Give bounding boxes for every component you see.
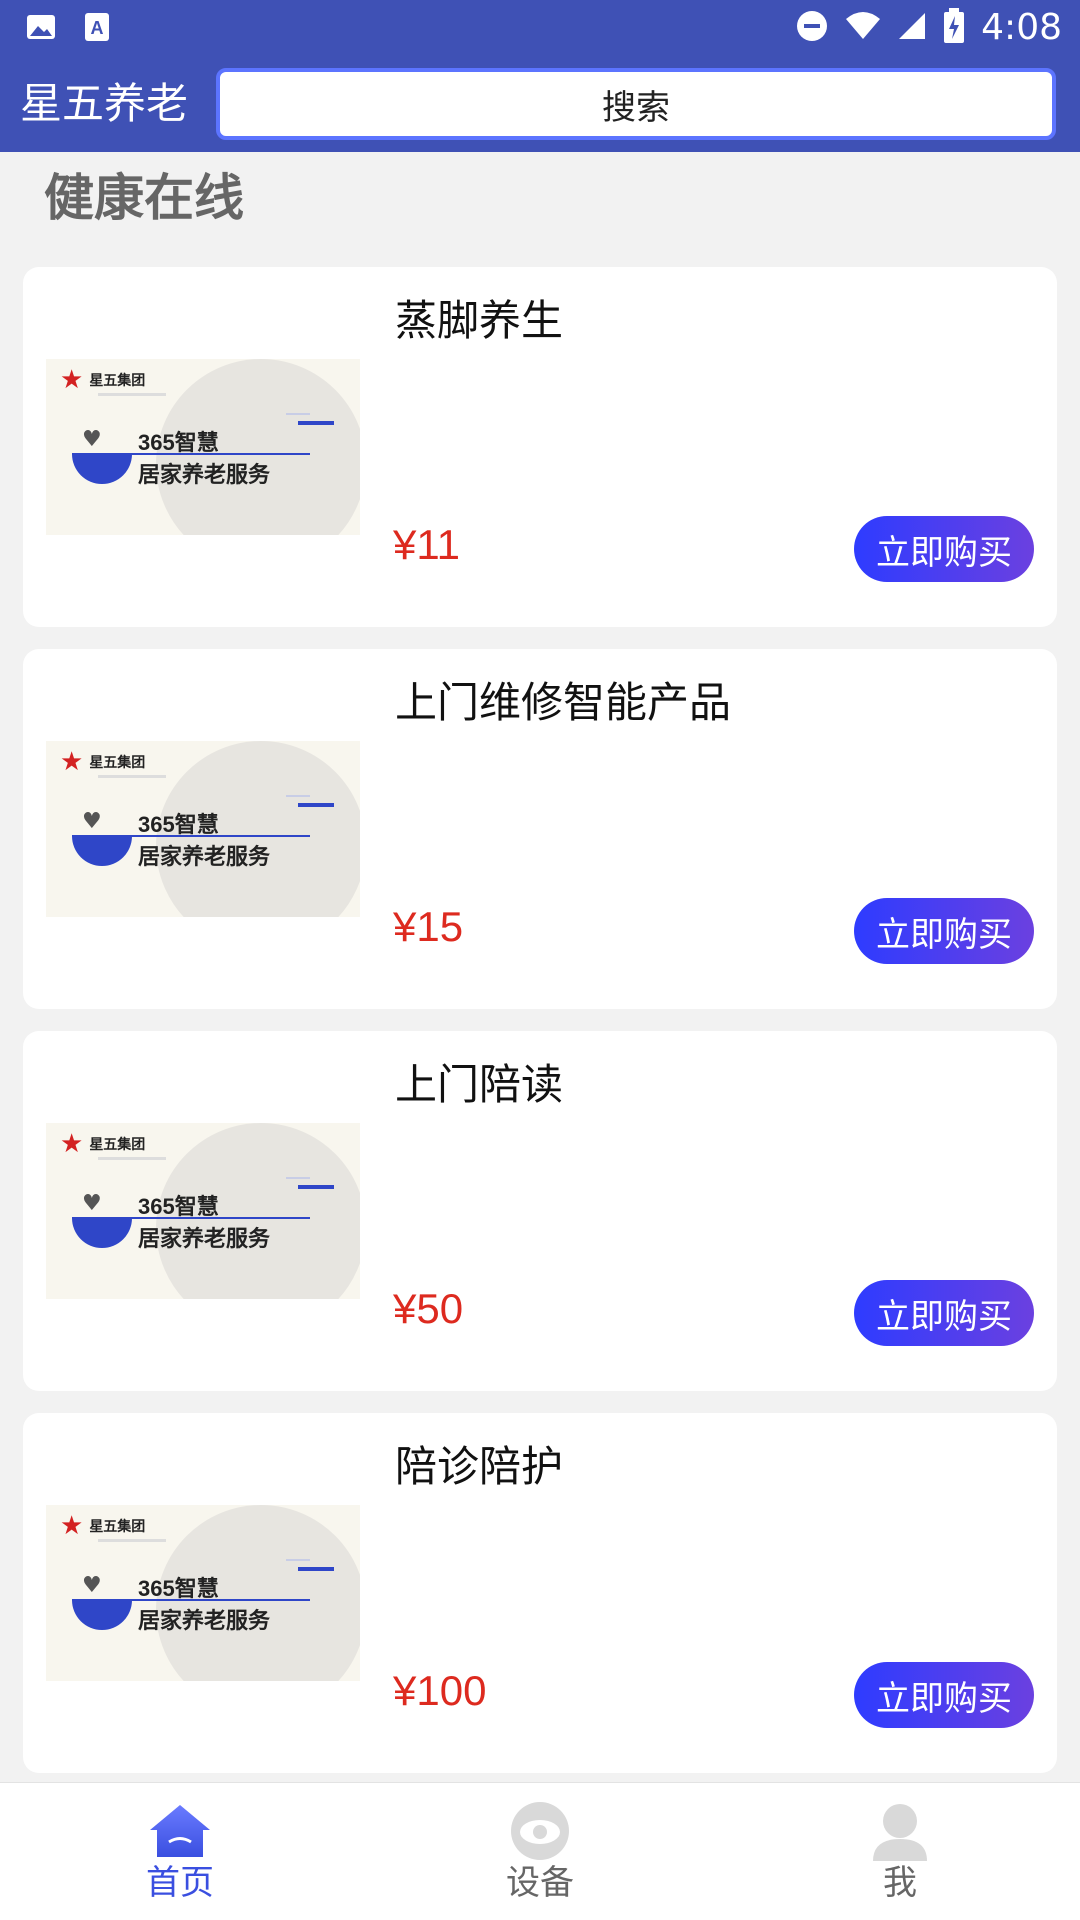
hands-icon: ♥ xyxy=(82,809,102,834)
image-line2: 居家养老服务 xyxy=(138,463,271,488)
image-line2: 居家养老服务 xyxy=(138,845,271,870)
product-name: 蒸脚养生 xyxy=(395,296,564,345)
signal-icon xyxy=(897,11,927,45)
hands-icon: ♥ xyxy=(82,1191,102,1216)
nav-item-device[interactable]: 设备 xyxy=(360,1783,720,1920)
bottom-nav: 首页 设备 我 xyxy=(0,1782,1080,1920)
product-image: ★ 星五集团 ♥ 365智慧 居家养老服务 xyxy=(46,1123,360,1299)
app-header: 星五养老 搜索 xyxy=(0,56,1080,152)
brand-name: 星五集团 xyxy=(89,1137,146,1153)
image-line2: 居家养老服务 xyxy=(138,1609,271,1634)
product-name: 陪诊陪护 xyxy=(395,1442,564,1491)
user-icon xyxy=(867,1801,933,1861)
image-line1: 365智慧 xyxy=(138,812,219,837)
nav-item-home[interactable]: 首页 xyxy=(0,1783,360,1920)
buy-now-button[interactable]: 立即购买 xyxy=(854,516,1034,582)
hands-icon: ♥ xyxy=(82,1573,102,1598)
wifi-icon xyxy=(845,11,881,45)
a-icon: A xyxy=(84,12,110,46)
image-line1: 365智慧 xyxy=(138,1194,219,1219)
product-price: ¥11 xyxy=(393,521,460,568)
product-list: ★ 星五集团 ♥ 365智慧 居家养老服务 蒸脚养生 ¥11 立即购买 ★ 星五集团… xyxy=(23,267,1057,1795)
nav-label-home: 首页 xyxy=(146,1863,214,1903)
product-name: 上门维修智能产品 xyxy=(395,678,732,727)
brand-name: 星五集团 xyxy=(89,1519,146,1535)
product-price: ¥15 xyxy=(393,903,464,950)
buy-now-button[interactable]: 立即购买 xyxy=(854,1662,1034,1728)
app-title: 星五养老 xyxy=(20,79,189,128)
status-time: 4:08 xyxy=(981,7,1062,48)
brand-name: 星五集团 xyxy=(89,373,146,389)
image-line1: 365智慧 xyxy=(138,430,219,455)
nav-label-me: 我 xyxy=(883,1863,917,1903)
product-card[interactable]: ★ 星五集团 ♥ 365智慧 居家养老服务 上门维修智能产品 ¥15 立即购买 xyxy=(23,649,1057,1009)
buy-now-button[interactable]: 立即购买 xyxy=(854,1280,1034,1346)
product-price: ¥100 xyxy=(393,1667,487,1714)
home-icon xyxy=(147,1801,213,1861)
product-image: ★ 星五集团 ♥ 365智慧 居家养老服务 xyxy=(46,359,360,535)
buy-now-button[interactable]: 立即购买 xyxy=(854,898,1034,964)
section-title: 健康在线 xyxy=(44,169,244,227)
star-icon: ★ xyxy=(60,1511,84,1541)
star-icon: ★ xyxy=(60,747,84,777)
product-card[interactable]: ★ 星五集团 ♥ 365智慧 居家养老服务 蒸脚养生 ¥11 立即购买 xyxy=(23,267,1057,627)
product-image: ★ 星五集团 ♥ 365智慧 居家养老服务 xyxy=(46,741,360,917)
product-name: 上门陪读 xyxy=(395,1060,564,1109)
product-card[interactable]: ★ 星五集团 ♥ 365智慧 居家养老服务 上门陪读 ¥50 立即购买 xyxy=(23,1031,1057,1391)
image-icon xyxy=(26,12,56,46)
product-price: ¥50 xyxy=(393,1285,464,1332)
image-line2: 居家养老服务 xyxy=(138,1227,271,1252)
star-icon: ★ xyxy=(60,365,84,395)
battery-charging-icon xyxy=(943,8,965,48)
status-bar: A 4:08 xyxy=(0,0,1080,56)
svg-text:A: A xyxy=(91,18,104,38)
product-card[interactable]: ★ 星五集团 ♥ 365智慧 居家养老服务 陪诊陪护 ¥100 立即购买 xyxy=(23,1413,1057,1773)
search-label: 搜索 xyxy=(602,87,670,128)
device-icon xyxy=(507,1801,573,1861)
star-icon: ★ xyxy=(60,1129,84,1159)
image-line1: 365智慧 xyxy=(138,1576,219,1601)
product-image: ★ 星五集团 ♥ 365智慧 居家养老服务 xyxy=(46,1505,360,1681)
top-bar: A 4:08 星五养老 搜索 xyxy=(0,0,1080,152)
nav-label-device: 设备 xyxy=(506,1863,574,1903)
search-input[interactable]: 搜索 xyxy=(216,68,1056,140)
dnd-icon xyxy=(795,9,829,47)
nav-item-me[interactable]: 我 xyxy=(720,1783,1080,1920)
brand-name: 星五集团 xyxy=(89,755,146,771)
hands-icon: ♥ xyxy=(82,427,102,452)
